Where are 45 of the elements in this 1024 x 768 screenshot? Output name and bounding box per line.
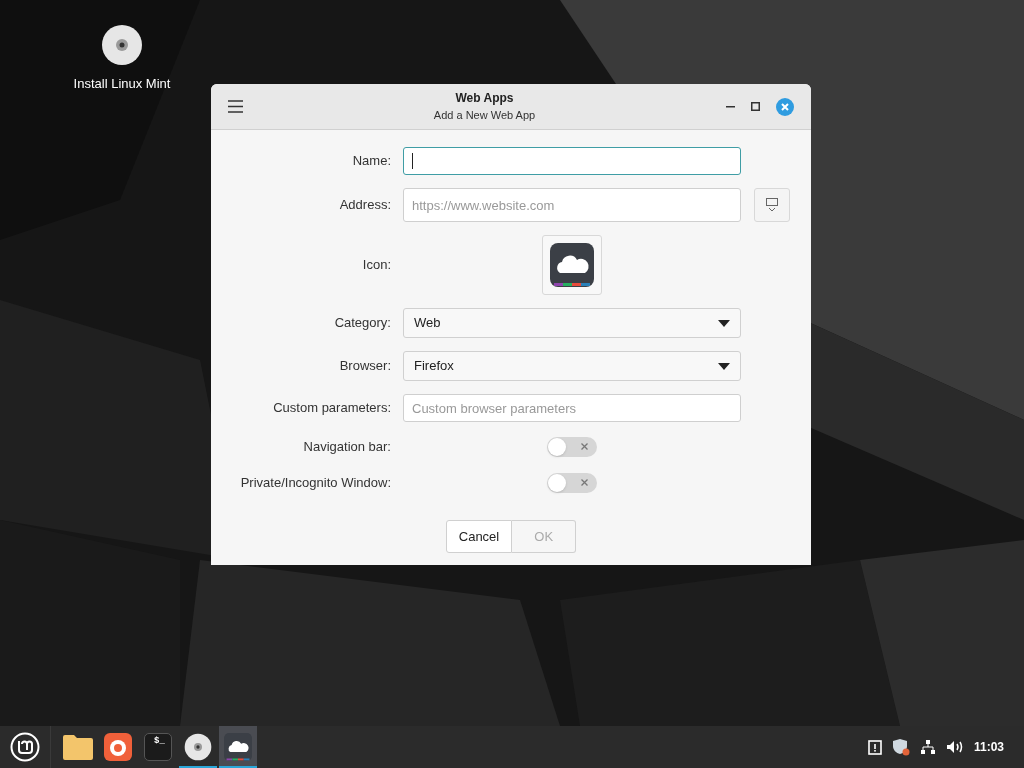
clipboard-alert-icon[interactable] <box>867 739 882 755</box>
cloud-app-icon <box>224 733 252 761</box>
disc-icon <box>184 733 212 761</box>
menu-icon[interactable] <box>228 100 243 113</box>
text-field[interactable] <box>403 147 741 175</box>
off-icon <box>581 443 588 450</box>
close-icon[interactable] <box>776 97 794 116</box>
field-label: Custom parameters: <box>273 399 391 418</box>
toggle-switch[interactable] <box>547 436 597 457</box>
field-label: Icon: <box>362 256 391 275</box>
field-label: Navigation bar: <box>303 437 391 456</box>
toggle-switch[interactable] <box>547 472 597 493</box>
icon-button[interactable] <box>542 235 602 295</box>
field-label: Private/Incognito Window: <box>240 473 391 492</box>
terminal-icon: $_ <box>144 733 172 761</box>
fox-icon <box>104 733 132 761</box>
mint-logo-icon[interactable] <box>10 732 40 762</box>
field-label: Category: <box>334 314 391 333</box>
caret-icon <box>718 319 730 327</box>
field-label: Name: <box>352 152 391 171</box>
text-field[interactable]: https://www.website.com <box>403 188 741 222</box>
maximize-icon[interactable] <box>751 102 760 111</box>
dropdown[interactable]: Firefox <box>403 351 741 381</box>
clock[interactable]: 11:03 <box>973 738 1004 756</box>
text-field[interactable]: Custom browser parameters <box>403 394 741 422</box>
dialog-button[interactable]: Cancel <box>445 520 513 553</box>
off-icon <box>581 479 588 486</box>
caret-icon <box>718 362 730 370</box>
favicon-button[interactable] <box>754 188 790 222</box>
taskbar-app[interactable]: $_ <box>139 726 177 768</box>
monitor-down-icon <box>766 198 778 212</box>
window-subtitle: Add a New Web App <box>433 108 536 124</box>
minimize-icon[interactable] <box>726 105 735 108</box>
volume-icon[interactable] <box>945 740 964 754</box>
shield-icon[interactable] <box>891 738 910 756</box>
desktop-icon-label[interactable]: Install Linux Mint <box>73 74 171 94</box>
disc-icon <box>101 24 143 66</box>
folder-icon <box>63 734 93 760</box>
network-icon[interactable] <box>919 739 936 755</box>
field-label: Browser: <box>339 357 391 376</box>
field-label: Address: <box>339 196 391 215</box>
window-title: Web Apps <box>455 90 514 108</box>
taskbar-app[interactable] <box>219 726 257 768</box>
dropdown[interactable]: Web <box>403 308 741 338</box>
cloud-app-icon <box>550 243 594 287</box>
